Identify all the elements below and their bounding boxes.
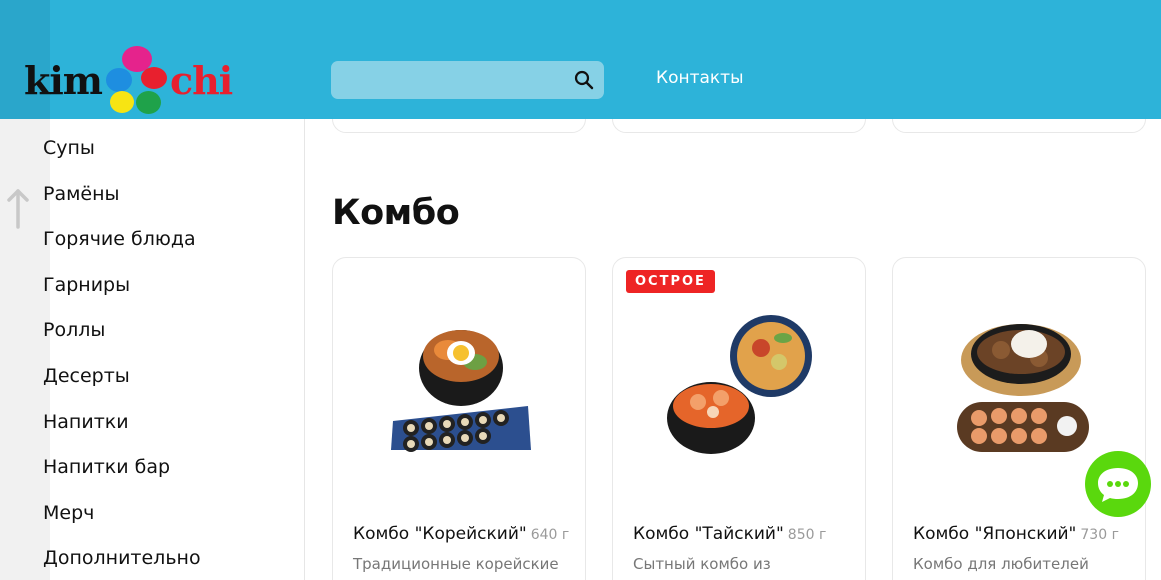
search-icon[interactable] — [574, 70, 594, 90]
arrow-up-icon[interactable] — [6, 187, 30, 229]
previous-product-card[interactable] — [892, 119, 1146, 133]
product-weight: 640 г — [530, 527, 570, 543]
product-image — [667, 315, 812, 454]
category-sidebar: Супы Рамёны Горячие блюда Гарниры Роллы … — [0, 119, 305, 580]
logo-dot-blue — [106, 68, 132, 92]
sidebar-item-desserts[interactable]: Десерты — [43, 361, 201, 407]
sidebar-item-sides[interactable]: Гарниры — [43, 270, 201, 316]
category-menu: Супы Рамёны Горячие блюда Гарниры Роллы … — [43, 133, 201, 580]
logo-dot-yellow — [110, 91, 134, 113]
product-name: Комбо "Тайский" — [633, 524, 784, 544]
product-card[interactable]: Комбо "Корейский" 640 г Традиционные коре… — [332, 257, 586, 580]
previous-product-card[interactable] — [612, 119, 866, 133]
sidebar-item-extra[interactable]: Дополнительно — [43, 543, 201, 580]
sidebar-item-merch[interactable]: Мерч — [43, 498, 201, 544]
product-weight: 850 г — [787, 527, 827, 543]
logo-text-chi: chi — [170, 58, 233, 103]
section-title: Комбо — [332, 193, 460, 233]
product-image — [391, 330, 531, 452]
sidebar-item-rolls[interactable]: Роллы — [43, 315, 201, 361]
menu-content: Комбо Комбо "Корейский" 640 г Традиционн… — [305, 119, 1161, 580]
product-title: Комбо "Корейский" 640 г — [353, 524, 569, 544]
logo-dot-red — [141, 67, 167, 89]
sidebar-item-ramen[interactable]: Рамёны — [43, 179, 201, 225]
chat-bubble-icon — [1098, 468, 1138, 502]
product-description: Комбо для любителей — [913, 555, 1089, 573]
chat-button[interactable] — [1085, 451, 1151, 517]
spicy-badge: ОСТРОЕ — [626, 270, 715, 293]
logo[interactable]: kim chi — [24, 44, 239, 119]
previous-product-card[interactable] — [332, 119, 586, 133]
product-title: Комбо "Тайский" 850 г — [633, 524, 826, 544]
product-description: Традиционные корейские — [353, 555, 559, 573]
sidebar-item-drinks[interactable]: Напитки — [43, 407, 201, 453]
product-name: Комбо "Корейский" — [353, 524, 527, 544]
product-description: Сытный комбо из — [633, 555, 771, 573]
sidebar-item-bar-drinks[interactable]: Напитки бар — [43, 452, 201, 498]
logo-dot-green — [136, 91, 161, 114]
header: kim chi Контакты — [0, 0, 1161, 119]
nav-link-contacts[interactable]: Контакты — [656, 68, 744, 88]
product-card[interactable]: Комбо "Японский" 730 г Комбо для любителе… — [892, 257, 1146, 580]
search-input[interactable] — [331, 61, 604, 99]
sidebar-item-soups[interactable]: Супы — [43, 133, 201, 179]
sidebar-item-hot-dishes[interactable]: Горячие блюда — [43, 224, 201, 270]
product-title: Комбо "Японский" 730 г — [913, 524, 1119, 544]
product-card[interactable]: ОСТРОЕ Комбо "Тайский" 850 г Сытный комбо… — [612, 257, 866, 580]
product-weight: 730 г — [1080, 527, 1119, 543]
logo-text-kim: kim — [24, 58, 103, 103]
product-image — [957, 324, 1089, 452]
product-name: Комбо "Японский" — [913, 524, 1077, 544]
